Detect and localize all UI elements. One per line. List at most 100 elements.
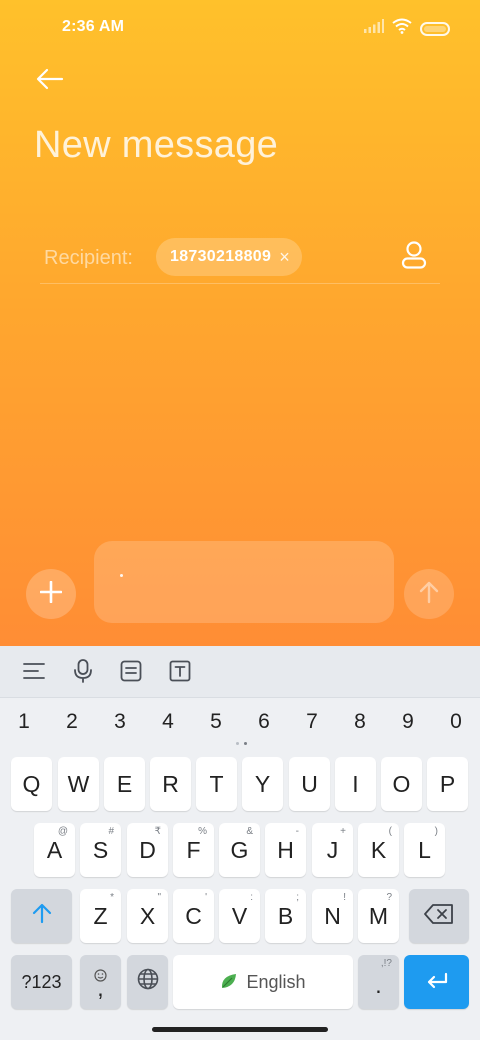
text-cursor <box>120 574 123 577</box>
number-row: 1 2 3 4 5 6 7 8 9 0 <box>0 706 480 740</box>
key-q[interactable]: Q <box>11 757 52 811</box>
key-u[interactable]: U <box>289 757 330 811</box>
shift-key[interactable] <box>11 889 72 943</box>
key-k[interactable]: (K <box>358 823 399 877</box>
key-1[interactable]: 1 <box>9 710 39 734</box>
language-key[interactable] <box>127 955 168 1009</box>
key-d[interactable]: ₹ D <box>127 823 168 877</box>
globe-icon <box>137 968 159 996</box>
microphone-icon <box>73 658 93 688</box>
keyboard-toolbar <box>0 646 480 698</box>
key-n[interactable]: ! N <box>312 889 353 943</box>
key-z[interactable]: * Z <box>80 889 121 943</box>
key-t[interactable]: T <box>196 757 237 811</box>
page-title: New message <box>34 124 279 166</box>
wifi-icon <box>392 18 412 39</box>
send-button[interactable] <box>404 569 454 619</box>
key-a[interactable]: @ A <box>34 823 75 877</box>
key-f[interactable]: % F <box>173 823 214 877</box>
key-l[interactable]: ) L <box>404 823 445 877</box>
key-label: S <box>92 836 109 863</box>
key-8[interactable]: 8 <box>345 710 375 734</box>
key-label: X <box>139 902 156 929</box>
key-h[interactable]: -H <box>265 823 306 877</box>
page-dot <box>236 742 239 745</box>
key-label: V <box>231 902 248 929</box>
clipboard-menu-button[interactable] <box>21 660 47 686</box>
key-label: D <box>139 836 156 863</box>
keyboard: 1 2 3 4 5 6 7 8 9 0 Q W E R T Y U I O P … <box>0 698 480 1040</box>
key-label: Z <box>93 902 108 929</box>
recipient-label: Recipient: <box>44 247 133 269</box>
key-s[interactable]: # S <box>80 823 121 877</box>
key-w[interactable]: W <box>58 757 99 811</box>
menu-lines-icon <box>23 662 45 685</box>
status-time: 2:36 AM <box>62 18 125 35</box>
key-label: P <box>439 770 456 797</box>
key-hint: - <box>295 826 299 837</box>
key-hint: ; <box>296 892 299 903</box>
key-label: T <box>209 770 224 797</box>
notes-button[interactable] <box>118 660 144 686</box>
key-g[interactable]: & G <box>219 823 260 877</box>
key-0[interactable]: 0 <box>441 710 471 734</box>
key-m[interactable]: ? M <box>358 889 399 943</box>
key-3[interactable]: 3 <box>105 710 135 734</box>
battery-icon <box>420 21 450 36</box>
arrow-up-icon <box>418 580 440 609</box>
key-label: J <box>326 836 339 863</box>
key-hint: ,!? <box>380 958 392 969</box>
text-format-button[interactable] <box>167 660 193 686</box>
key-o[interactable]: O <box>381 757 422 811</box>
back-arrow-icon <box>36 68 64 95</box>
space-label: English <box>246 971 306 992</box>
attach-button[interactable] <box>26 569 76 619</box>
home-indicator[interactable] <box>152 1027 328 1032</box>
backspace-key[interactable] <box>409 889 469 943</box>
key-i[interactable]: I <box>335 757 376 811</box>
key-5[interactable]: 5 <box>201 710 231 734</box>
key-label: K <box>370 836 387 863</box>
key-hint: : <box>250 892 253 903</box>
key-e[interactable]: E <box>104 757 145 811</box>
back-button[interactable] <box>34 66 66 96</box>
key-label: I <box>352 770 359 797</box>
key-label: E <box>116 770 133 797</box>
emoji-comma-key[interactable]: , <box>80 955 121 1009</box>
key-v[interactable]: :V <box>219 889 260 943</box>
key-4[interactable]: 4 <box>153 710 183 734</box>
key-7[interactable]: 7 <box>297 710 327 734</box>
text-t-icon <box>169 660 191 687</box>
key-label: H <box>277 836 294 863</box>
space-key[interactable]: English <box>173 955 353 1009</box>
key-hint: & <box>246 826 253 837</box>
voice-input-button[interactable] <box>70 658 96 688</box>
key-c[interactable]: ' C <box>173 889 214 943</box>
key-9[interactable]: 9 <box>393 710 423 734</box>
remove-recipient-icon[interactable]: × <box>279 248 290 266</box>
key-b[interactable]: ; B <box>265 889 306 943</box>
key-r[interactable]: R <box>150 757 191 811</box>
key-x[interactable]: " X <box>127 889 168 943</box>
status-icons <box>364 18 450 39</box>
recipient-field[interactable]: Recipient: 18730218809 × <box>40 236 440 284</box>
symbols-key[interactable]: ?123 <box>11 955 72 1009</box>
key-hint: % <box>198 826 207 837</box>
period-key[interactable]: ,!? . <box>358 955 399 1009</box>
message-input[interactable] <box>94 541 394 623</box>
key-2[interactable]: 2 <box>57 710 87 734</box>
select-contact-button[interactable] <box>398 240 430 274</box>
backspace-icon <box>424 903 454 930</box>
emoji-face-icon <box>94 961 107 988</box>
key-y[interactable]: Y <box>242 757 283 811</box>
key-hint: # <box>108 826 114 837</box>
enter-key[interactable] <box>404 955 469 1009</box>
key-label: U <box>301 770 318 797</box>
key-6[interactable]: 6 <box>249 710 279 734</box>
document-icon <box>120 660 142 687</box>
recipient-chip[interactable]: 18730218809 × <box>156 238 302 276</box>
enter-arrow-icon <box>425 969 449 996</box>
key-p[interactable]: P <box>427 757 468 811</box>
key-label: ?123 <box>21 971 62 992</box>
key-j[interactable]: + J <box>312 823 353 877</box>
